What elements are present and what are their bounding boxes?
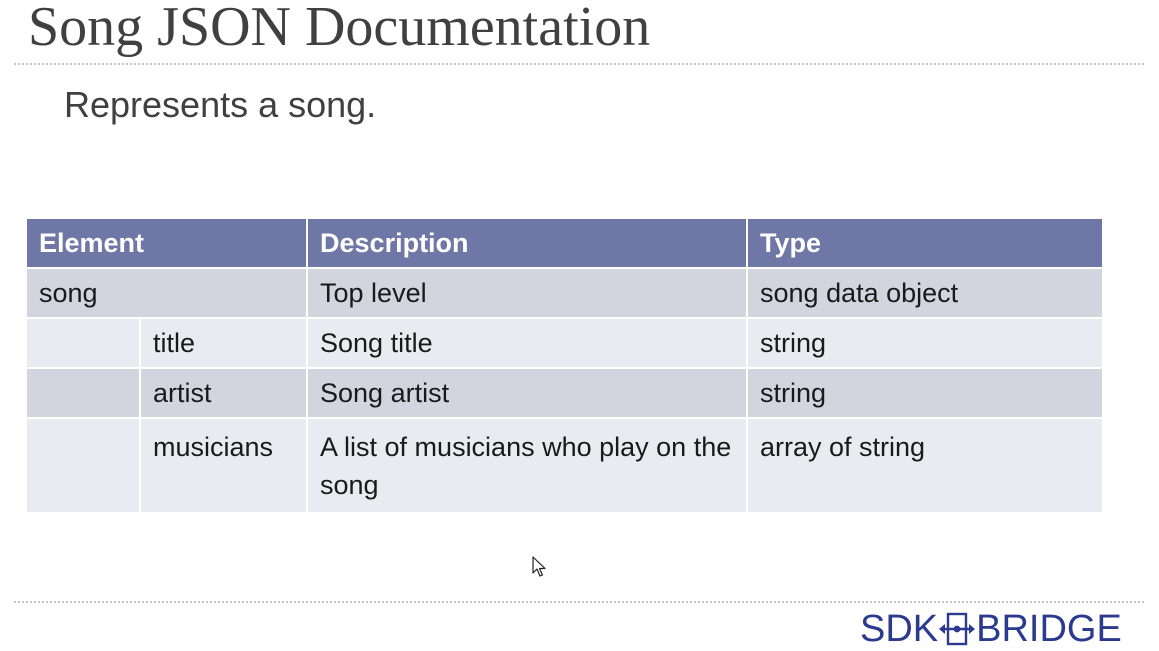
subelement-cell: title [138, 317, 309, 369]
documentation-table: Element Description Type song Top level … [24, 217, 1105, 514]
description-cell: A list of musicians who play on the song [306, 417, 749, 514]
table-header-row: Element Description Type [24, 217, 1105, 269]
sdk-bridge-logo: SDK BRIDGE [860, 607, 1122, 651]
subelement-cell: artist [138, 367, 309, 419]
header-type: Type [746, 217, 1105, 269]
slide-title: Song JSON Documentation [28, 0, 651, 58]
table-row: title Song title string [25, 317, 1105, 369]
description-cell: Song title [306, 317, 749, 369]
header-element: Element [24, 217, 309, 269]
mouse-cursor-icon [532, 556, 546, 577]
header-description: Description [306, 217, 749, 269]
top-divider [14, 63, 1144, 65]
table-row: song Top level song data object [24, 267, 1105, 319]
type-cell: song data object [746, 267, 1105, 319]
element-cell: song [24, 267, 309, 319]
type-cell: array of string [746, 417, 1105, 514]
bottom-divider [14, 601, 1144, 603]
indent-cell [25, 317, 141, 369]
description-cell: Song artist [306, 367, 749, 419]
table-row: musicians A list of musicians who play o… [25, 417, 1105, 514]
type-cell: string [746, 367, 1105, 419]
description-cell: Top level [306, 267, 749, 319]
indent-cell [25, 417, 141, 514]
logo-text-right: BRIDGE [976, 607, 1122, 650]
subelement-cell: musicians [138, 417, 309, 514]
indent-cell [25, 367, 141, 419]
bridge-arrows-icon [939, 612, 976, 646]
slide-subtitle: Represents a song. [64, 84, 377, 125]
logo-text-left: SDK [860, 607, 939, 650]
type-cell: string [746, 317, 1105, 369]
table-row: artist Song artist string [25, 367, 1105, 419]
